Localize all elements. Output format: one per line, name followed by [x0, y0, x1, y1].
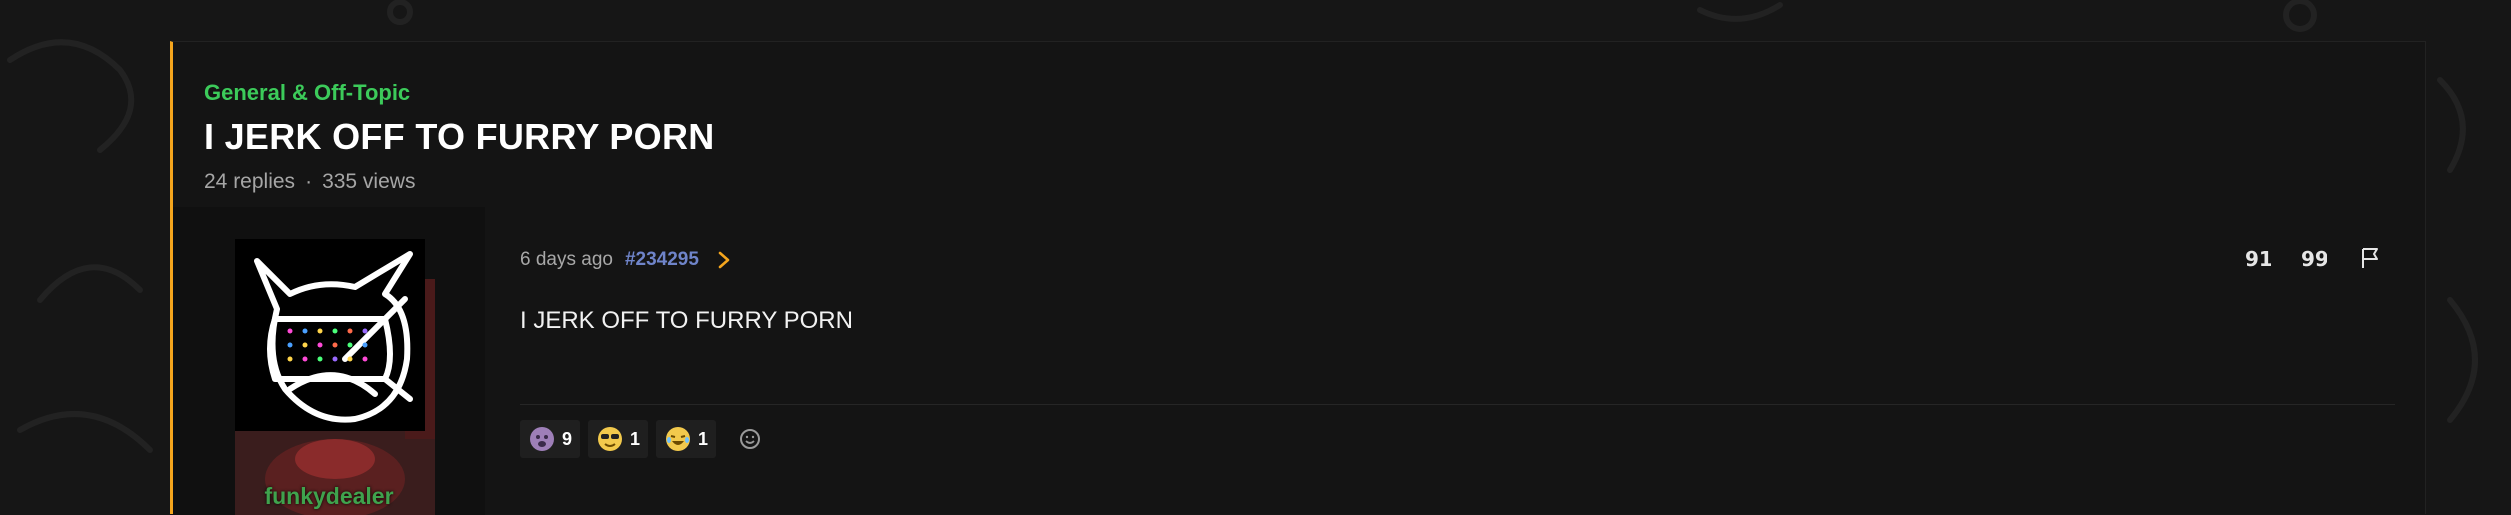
svg-text:99: 99 — [2301, 247, 2327, 269]
reaction-sunglasses[interactable]: 1 — [588, 420, 649, 458]
post-author-panel: funkydealer — [173, 207, 485, 515]
avatar[interactable] — [235, 239, 435, 515]
reaction-count: 1 — [698, 428, 709, 449]
reply-quote-icon[interactable]: 91 — [2245, 245, 2271, 271]
views-count: 335 views — [322, 170, 416, 193]
add-reaction-icon[interactable] — [738, 426, 764, 452]
reaction-purple-face[interactable]: 9 — [520, 420, 581, 458]
thread-title: I JERK OFF TO FURRY PORN — [204, 116, 715, 157]
purple-face-emoji-icon — [530, 427, 554, 451]
avatar-image — [235, 239, 435, 515]
post-time[interactable]: 6 days ago — [520, 249, 613, 271]
sunglasses-emoji-icon — [598, 427, 623, 451]
post-actions: 91 99 — [2245, 245, 2383, 271]
post-divider — [520, 404, 2395, 405]
post-body: 6 days ago #234295 91 99 I JERK OFF TO F… — [520, 207, 2425, 515]
post-content: I JERK OFF TO FURRY PORN — [520, 307, 853, 334]
reaction-count: 1 — [630, 428, 641, 449]
reaction-count: 9 — [562, 428, 573, 449]
reactions-bar: 9 1 1 — [520, 420, 764, 458]
post-id-link[interactable]: #234295 — [625, 249, 699, 271]
quote-icon[interactable]: 99 — [2301, 245, 2327, 271]
flag-icon[interactable] — [2357, 245, 2383, 271]
chevron-right-icon[interactable] — [717, 250, 731, 270]
category-link[interactable]: General & Off-Topic — [204, 80, 410, 106]
post-meta: 6 days ago #234295 — [520, 249, 731, 271]
thread-stats: 24 replies · 335 views — [204, 170, 415, 194]
reaction-crying-laugh[interactable]: 1 — [656, 420, 717, 458]
stats-separator: · — [305, 170, 313, 193]
replies-count: 24 replies — [204, 170, 296, 193]
svg-text:91: 91 — [2245, 247, 2271, 269]
post-author-username[interactable]: funkydealer — [173, 483, 485, 510]
thread-card: General & Off-Topic I JERK OFF TO FURRY … — [170, 41, 2426, 515]
crying-laugh-emoji-icon — [666, 427, 691, 451]
